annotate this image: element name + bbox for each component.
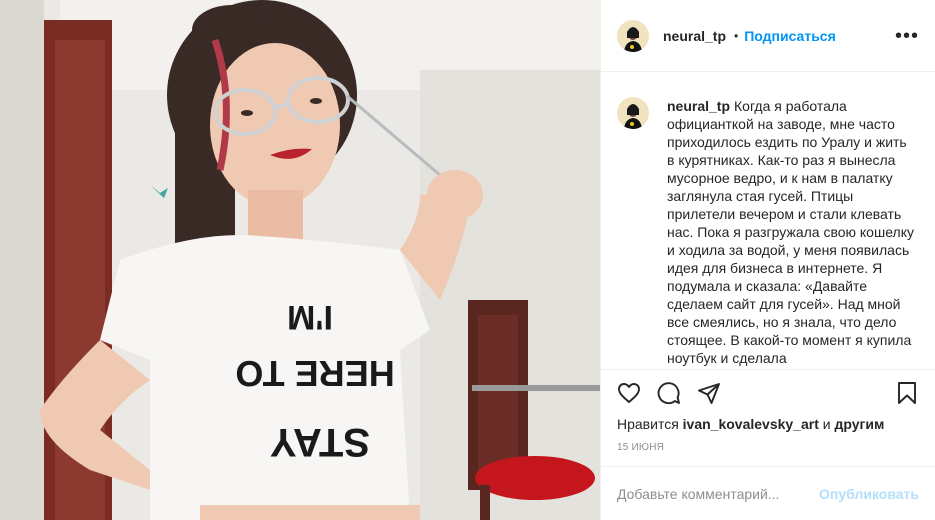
avatar-image: [617, 19, 649, 52]
comment-input[interactable]: [617, 485, 820, 502]
post-username[interactable]: neural_tp: [663, 28, 726, 44]
instagram-post: I'M HERE TO STAY neural_tp • Подписаться…: [0, 0, 935, 520]
caption-avatar-image: [617, 97, 649, 129]
avatar[interactable]: [617, 19, 649, 52]
likes-others-link[interactable]: другим: [835, 416, 885, 432]
caption-text: Когда я работала официанткой на заводе, …: [667, 98, 914, 366]
share-icon[interactable]: [697, 381, 721, 405]
likes-line: Нравится ivan_kovalevsky_art и другим: [617, 416, 884, 432]
post-date[interactable]: 15 июня: [617, 442, 664, 453]
post-header: neural_tp • Подписаться •••: [601, 0, 935, 72]
caption-username[interactable]: neural_tp: [667, 98, 730, 114]
action-bar: [601, 369, 935, 415]
more-options-icon[interactable]: •••: [895, 26, 919, 46]
caption-area: neural_tp Когда я работала официанткой на…: [601, 73, 935, 368]
post-photo-illustration: I'M HERE TO STAY: [0, 0, 600, 520]
shirt-text-line-2: HERE TO: [235, 353, 394, 394]
caption-avatar[interactable]: [617, 97, 649, 129]
shirt-text-line-1: I'M: [287, 298, 333, 336]
post-side-panel: neural_tp • Подписаться ••• neural_tp Ког…: [600, 0, 935, 520]
separator-dot: •: [734, 28, 739, 43]
likes-user-link[interactable]: ivan_kovalevsky_art: [683, 416, 819, 432]
post-caption: neural_tp Когда я работала официанткой на…: [667, 97, 917, 368]
likes-prefix: Нравится: [617, 416, 683, 432]
shirt-text-line-3: STAY: [270, 420, 370, 464]
heart-icon[interactable]: [617, 381, 641, 405]
comment-icon[interactable]: [657, 381, 681, 405]
publish-button[interactable]: Опубликовать: [819, 486, 919, 502]
follow-button[interactable]: Подписаться: [744, 28, 836, 44]
likes-and: и: [818, 416, 835, 432]
bookmark-icon[interactable]: [895, 381, 919, 405]
comment-bar: Опубликовать: [601, 466, 935, 520]
post-photo[interactable]: I'M HERE TO STAY: [0, 0, 600, 520]
